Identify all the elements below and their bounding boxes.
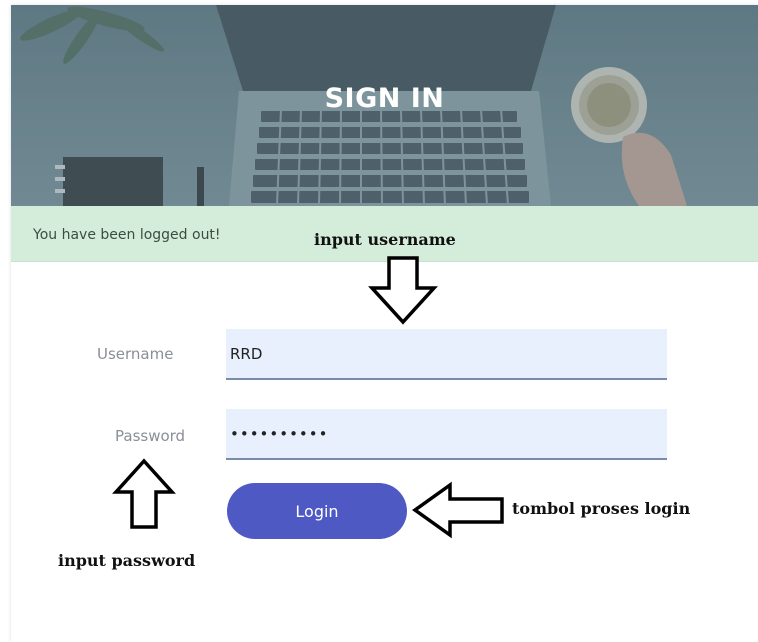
alert-message: You have been logged out! (33, 227, 221, 243)
password-label: Password (115, 427, 186, 445)
arrow-down-icon (368, 256, 438, 325)
annotation-login-process: tombol proses login (512, 499, 691, 518)
username-input[interactable] (226, 329, 667, 380)
arrow-up-icon (112, 458, 176, 529)
annotation-input-username: input username (314, 230, 456, 249)
header-banner: SIGN IN (11, 5, 758, 206)
username-label: Username (97, 345, 174, 363)
login-button[interactable]: Login (227, 483, 407, 539)
password-input[interactable] (226, 409, 667, 460)
arrow-left-icon (411, 481, 504, 539)
page-title: SIGN IN (324, 83, 445, 114)
annotation-input-password: input password (58, 551, 196, 570)
